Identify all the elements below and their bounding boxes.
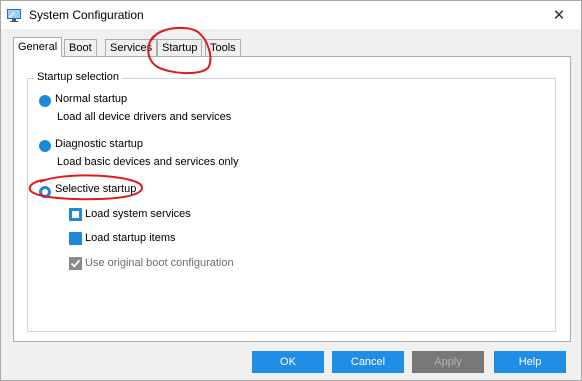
normal-startup-label[interactable]: Normal startup	[55, 93, 127, 105]
diagnostic-startup-label[interactable]: Diagnostic startup	[55, 138, 143, 150]
diagnostic-startup-radio[interactable]	[39, 140, 51, 152]
general-tab-panel: Startup selection Normal startup Load al…	[13, 56, 571, 342]
startup-selection-group: Startup selection Normal startup Load al…	[27, 71, 556, 332]
tab-general[interactable]: General	[13, 37, 63, 57]
tab-boot[interactable]: Boot	[64, 39, 97, 56]
system-configuration-window: System Configuration ✕ General Boot Serv…	[0, 0, 582, 381]
apply-button: Apply	[412, 351, 484, 373]
check-icon	[70, 259, 81, 268]
load-startup-items-label[interactable]: Load startup items	[85, 232, 176, 244]
diagnostic-startup-description: Load basic devices and services only	[57, 156, 239, 168]
selective-startup-radio[interactable]	[39, 186, 51, 198]
cancel-button[interactable]: Cancel	[332, 351, 404, 373]
normal-startup-description: Load all device drivers and services	[57, 111, 232, 123]
help-button[interactable]: Help	[494, 351, 566, 373]
window-title: System Configuration	[29, 8, 144, 22]
tab-services[interactable]: Services	[105, 39, 158, 56]
load-system-services-label[interactable]: Load system services	[85, 208, 191, 220]
close-icon[interactable]: ✕	[537, 1, 581, 29]
use-original-boot-config-checkbox	[69, 257, 82, 270]
normal-startup-radio[interactable]	[39, 95, 51, 107]
load-startup-items-checkbox[interactable]	[69, 232, 82, 245]
tab-startup[interactable]: Startup	[157, 39, 203, 56]
load-system-services-checkbox[interactable]	[69, 208, 82, 221]
use-original-boot-config-label: Use original boot configuration	[85, 257, 234, 269]
app-icon	[6, 7, 22, 23]
startup-selection-legend: Startup selection	[34, 71, 122, 83]
selective-startup-label[interactable]: Selective startup	[55, 183, 136, 195]
tab-tools[interactable]: Tools	[205, 39, 241, 56]
title-bar: System Configuration ✕	[1, 1, 581, 29]
ok-button[interactable]: OK	[252, 351, 324, 373]
